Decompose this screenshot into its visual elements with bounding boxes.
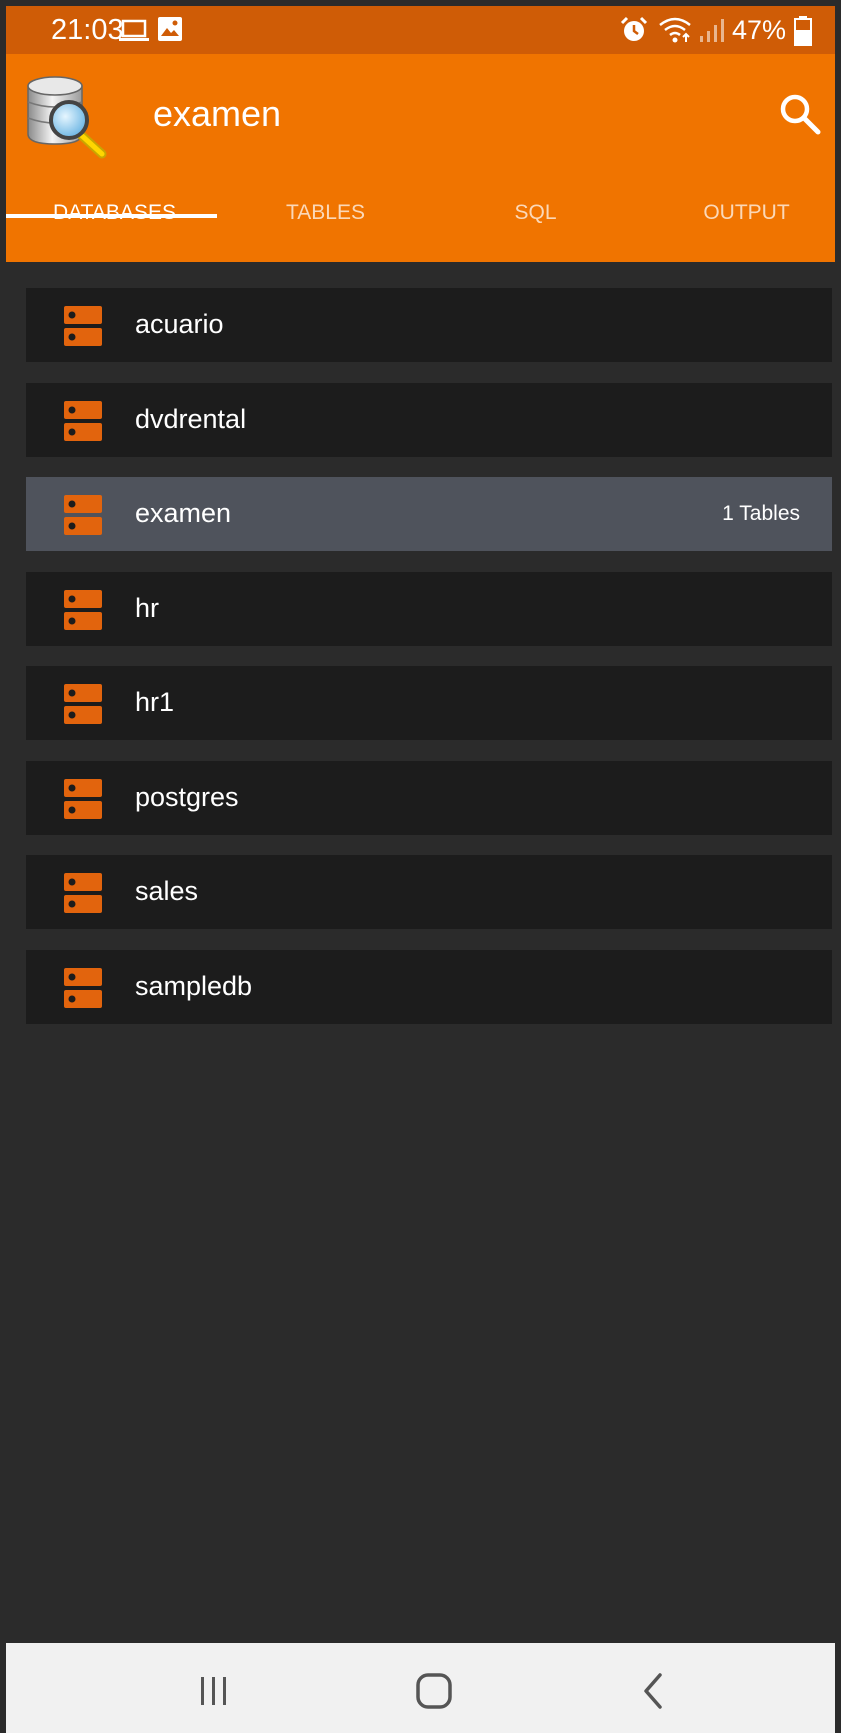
laptop-icon <box>119 19 149 41</box>
app-title: examen <box>153 93 282 134</box>
database-icon <box>64 495 102 535</box>
database-name: hr <box>135 593 160 623</box>
database-item[interactable]: hr1 <box>26 666 832 740</box>
navigation-bar <box>6 1643 835 1733</box>
signal-icon <box>700 19 724 42</box>
database-name: examen <box>135 498 232 528</box>
database-name: sales <box>135 876 199 906</box>
database-icon <box>64 873 102 913</box>
status-time: 21:03 <box>51 14 124 46</box>
recent-apps-icon[interactable] <box>184 1667 244 1715</box>
battery-icon <box>794 16 812 46</box>
database-item[interactable]: dvdrental <box>26 383 832 457</box>
database-icon <box>64 306 102 346</box>
database-icon <box>64 968 102 1008</box>
database-item[interactable]: sales <box>26 855 832 929</box>
database-item[interactable]: examen 1 Tables <box>26 477 832 551</box>
database-icon <box>64 590 102 630</box>
database-icon <box>64 684 102 724</box>
database-name: postgres <box>135 782 239 812</box>
database-name: dvdrental <box>135 404 247 434</box>
app-screen: 21:03 47% examen DATABASES TABLES SQL OU… <box>6 6 835 1733</box>
database-name: sampledb <box>135 971 253 1001</box>
table-count: 1 Tables <box>722 502 800 525</box>
tab-bar: DATABASES TABLES SQL OUTPUT <box>6 186 835 262</box>
database-icon <box>64 779 102 819</box>
alarm-icon <box>620 16 648 41</box>
wifi-icon <box>659 17 691 43</box>
tab-databases[interactable]: DATABASES <box>11 186 218 262</box>
status-bar: 21:03 47% <box>6 6 835 54</box>
database-icon <box>64 401 102 441</box>
database-search-logo <box>27 76 107 159</box>
database-name: hr1 <box>135 687 175 717</box>
tab-sql[interactable]: SQL <box>432 186 639 262</box>
image-icon <box>158 17 182 41</box>
tab-tables[interactable]: TABLES <box>222 186 429 262</box>
battery-percentage: 47% <box>732 15 787 45</box>
database-item[interactable]: sampledb <box>26 950 832 1024</box>
back-icon[interactable] <box>624 1667 684 1715</box>
search-icon[interactable] <box>776 90 824 138</box>
home-icon[interactable] <box>404 1667 464 1715</box>
database-item[interactable]: hr <box>26 572 832 646</box>
tab-indicator <box>6 214 217 218</box>
tab-output[interactable]: OUTPUT <box>643 186 835 262</box>
database-item[interactable]: postgres <box>26 761 832 835</box>
database-name: acuario <box>135 309 224 339</box>
app-bar: examen DATABASES TABLES SQL OUTPUT <box>6 54 835 262</box>
database-item[interactable]: acuario <box>26 288 832 362</box>
